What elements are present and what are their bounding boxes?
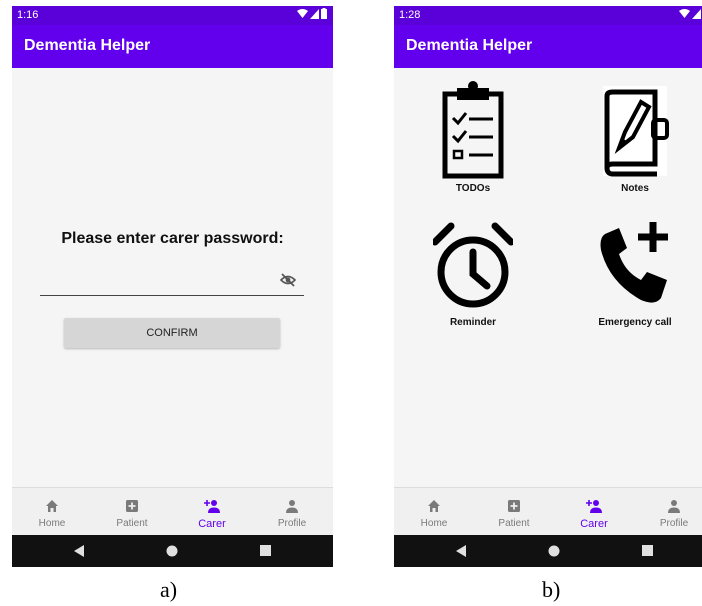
tile-label: Emergency call [598, 317, 672, 328]
nav-label: Carer [580, 518, 608, 530]
recents-icon[interactable] [642, 545, 653, 556]
tile-label: TODOs [455, 183, 491, 194]
nav-item-carer[interactable]: Carer [172, 488, 252, 536]
nav-item-patient[interactable]: Patient [92, 488, 172, 536]
person-icon [668, 500, 680, 513]
status-time: 1:16 [17, 9, 39, 21]
nav-label: Patient [498, 518, 530, 529]
caption-a: a) [160, 577, 178, 602]
home-icon [46, 500, 58, 512]
wifi-icon [679, 8, 690, 18]
password-input[interactable] [40, 269, 274, 293]
app-title: Dementia Helper [24, 37, 151, 54]
app-bar: Dementia Helper [394, 25, 702, 68]
system-nav-bar [394, 535, 702, 567]
back-icon[interactable] [73, 545, 85, 557]
nav-label: Home [420, 518, 448, 529]
add-person-icon [586, 500, 602, 513]
phone-screen-a: 1:16 Dementia Helper Please enter carer … [12, 6, 333, 567]
battery-icon [321, 8, 327, 19]
clipboard-checklist-icon [442, 81, 504, 179]
bottom-nav: Home Patient Carer Profile [12, 487, 333, 536]
status-bar: 1:16 [12, 6, 333, 25]
nav-label: Patient [116, 518, 148, 529]
password-field[interactable] [40, 265, 304, 296]
plus-box-icon [508, 500, 520, 512]
alarm-clock-icon [433, 222, 513, 308]
tile-label: Notes [621, 183, 649, 194]
tile-notes[interactable]: Notes [580, 80, 690, 200]
nav-item-patient[interactable]: Patient [474, 488, 554, 536]
home-circle-icon[interactable] [166, 545, 178, 557]
nav-item-profile[interactable]: Profile [252, 488, 332, 536]
status-bar: 1:28 [394, 6, 702, 25]
phone-add-icon [600, 222, 668, 303]
notebook-pen-icon [603, 86, 669, 177]
nav-label: Profile [659, 518, 689, 529]
system-nav-bar [12, 535, 333, 567]
tile-todos[interactable]: TODOs [418, 80, 528, 200]
caption-b: b) [542, 577, 561, 602]
nav-label: Carer [198, 518, 226, 530]
carer-dashboard: TODOs Notes Reminder Emergency call [394, 68, 702, 487]
home-icon [428, 500, 440, 512]
nav-item-profile[interactable]: Profile [634, 488, 702, 536]
app-bar: Dementia Helper [12, 25, 333, 68]
back-icon[interactable] [455, 545, 467, 557]
recents-icon[interactable] [260, 545, 271, 556]
tile-label: Reminder [449, 317, 497, 328]
nav-item-carer[interactable]: Carer [554, 488, 634, 536]
status-time: 1:28 [399, 9, 421, 21]
nav-label: Home [38, 518, 66, 529]
nav-item-home[interactable]: Home [12, 488, 92, 536]
wifi-icon [297, 8, 308, 18]
password-prompt: Please enter carer password: [61, 230, 284, 247]
password-screen: Please enter carer password: CONFIRM [12, 68, 333, 487]
plus-box-icon [126, 500, 138, 512]
person-icon [286, 500, 298, 513]
app-title: Dementia Helper [406, 37, 533, 54]
nav-label: Profile [277, 518, 307, 529]
nav-item-home[interactable]: Home [394, 488, 474, 536]
phone-screen-b: 1:28 Dementia Helper TODOs Notes Reminde… [394, 6, 702, 567]
visibility-off-icon[interactable] [280, 272, 296, 288]
add-person-icon [204, 500, 220, 513]
tile-emergency-call[interactable]: Emergency call [580, 214, 690, 334]
bottom-nav: Home Patient Carer Profile [394, 487, 702, 536]
signal-icon [310, 8, 319, 19]
signal-icon [692, 8, 701, 19]
confirm-button[interactable]: CONFIRM [64, 318, 280, 348]
home-circle-icon[interactable] [548, 545, 560, 557]
tile-reminder[interactable]: Reminder [418, 214, 528, 334]
